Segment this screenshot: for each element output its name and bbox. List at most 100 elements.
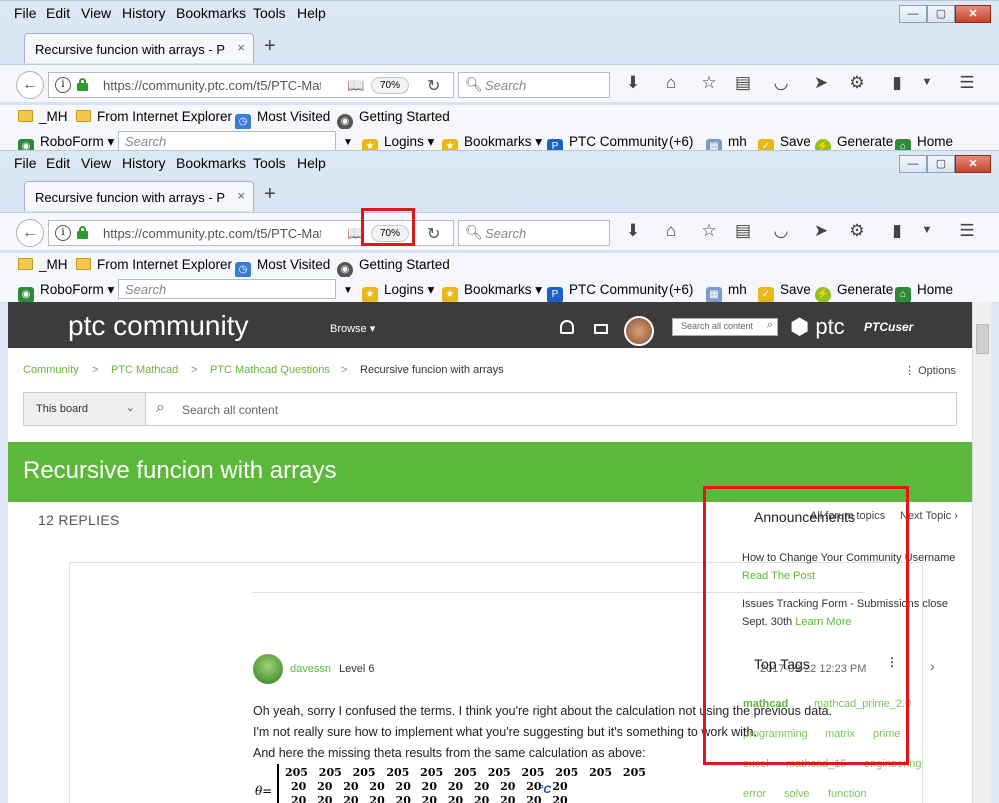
ptc-logo[interactable]: ⬢ ptc — [790, 314, 845, 340]
zoom-indicator[interactable]: 70% — [371, 77, 409, 94]
clipboard-icon[interactable]: ▤ — [732, 73, 754, 93]
options-menu[interactable]: ⋮ Options — [904, 364, 956, 377]
bookmark-mh[interactable]: _MH — [18, 109, 68, 124]
post-username[interactable]: davessn — [290, 663, 331, 675]
roboform-mh[interactable]: ▦ mh — [706, 282, 747, 303]
roboform-save[interactable]: ✓ Save — [758, 282, 811, 303]
menu-history[interactable]: History — [122, 155, 166, 171]
roboform-home[interactable]: ⌂ Home — [895, 282, 953, 303]
tab-current[interactable]: Recursive funcion with arrays - PTC × — [24, 181, 254, 211]
avatar[interactable] — [624, 316, 654, 346]
site-logo[interactable]: ptc community — [68, 310, 249, 342]
hamburger-menu-icon[interactable]: ☰ — [956, 73, 978, 93]
breadcrumb-ptc-mathcad[interactable]: PTC Mathcad — [111, 364, 178, 376]
menu-edit[interactable]: Edit — [46, 5, 70, 21]
tag-function[interactable]: function — [828, 788, 867, 800]
tab-current[interactable]: Recursive funcion with arrays - PTC × — [24, 33, 254, 63]
roboform-icon[interactable]: ▮ — [886, 221, 908, 241]
close-window-button[interactable]: ✕ — [955, 5, 991, 23]
download-icon[interactable]: ⬇ — [622, 221, 644, 241]
roboform-count[interactable]: (+6) — [669, 134, 693, 149]
pocket-icon[interactable]: ◡ — [770, 73, 792, 93]
search-input[interactable]: 🔍︎ Search — [458, 220, 610, 246]
tag-error[interactable]: error — [743, 788, 766, 800]
roboform-search-input[interactable]: Search — [118, 279, 336, 299]
bookmark-most-visited[interactable]: ◷ Most Visited — [235, 109, 330, 130]
send-icon[interactable]: ➤ — [810, 221, 832, 241]
ptcuser-logo[interactable]: PTCuser — [864, 320, 913, 334]
star-icon[interactable]: ☆ — [698, 73, 720, 93]
info-icon[interactable]: i — [55, 77, 71, 93]
breadcrumb-mathcad-questions[interactable]: PTC Mathcad Questions — [210, 364, 330, 376]
hamburger-menu-icon[interactable]: ☰ — [956, 221, 978, 241]
bookmark-mh[interactable]: _MH — [18, 257, 68, 272]
menu-edit[interactable]: Edit — [46, 155, 70, 171]
bookmark-from-ie[interactable]: From Internet Explorer — [76, 257, 232, 272]
roboform-bookmarks[interactable]: ★ Bookmarks ▾ — [442, 282, 542, 303]
bookmark-getting-started[interactable]: ◉ Getting Started — [337, 257, 450, 278]
tab-close-icon[interactable]: × — [237, 188, 245, 203]
roboform-search-input[interactable]: Search — [118, 131, 336, 151]
menu-bookmarks[interactable]: Bookmarks — [176, 155, 246, 171]
roboform-logins[interactable]: ★ Logins ▾ — [362, 282, 434, 303]
back-button[interactable]: ← — [16, 219, 44, 247]
menu-view[interactable]: View — [81, 155, 111, 171]
roboform-count[interactable]: (+6) — [669, 282, 693, 297]
dropdown-icon[interactable]: ▼ — [916, 224, 938, 236]
back-button[interactable]: ← — [16, 71, 44, 99]
home-icon[interactable]: ⌂ — [660, 73, 682, 93]
extension-icon[interactable]: ⚙ — [846, 73, 868, 93]
close-window-button[interactable]: ✕ — [955, 155, 991, 173]
roboform-generate[interactable]: ⚡ Generate — [815, 282, 893, 303]
minimize-button[interactable]: — — [899, 5, 927, 23]
browse-menu[interactable]: Browse ▾ — [330, 322, 375, 335]
bell-icon[interactable] — [560, 320, 574, 334]
page-scrollbar[interactable] — [972, 302, 991, 803]
menu-tools[interactable]: Tools — [253, 155, 286, 171]
maximize-button[interactable]: ▢ — [927, 155, 955, 173]
roboform-ptc-community[interactable]: P PTC Community — [547, 282, 668, 303]
chevron-right-icon[interactable]: › — [930, 658, 935, 674]
minimize-button[interactable]: — — [899, 155, 927, 173]
star-icon[interactable]: ☆ — [698, 221, 720, 241]
scope-select[interactable]: This board ⌄ — [24, 393, 146, 425]
tab-close-icon[interactable]: × — [237, 40, 245, 55]
reload-icon[interactable]: ↻ — [427, 224, 440, 244]
roboform-menu[interactable]: ◉ RoboForm ▾ — [18, 282, 114, 303]
bookmark-from-ie[interactable]: From Internet Explorer — [76, 109, 232, 124]
board-search-input[interactable]: Search all content — [182, 403, 278, 417]
home-icon[interactable]: ⌂ — [660, 221, 682, 241]
new-tab-button[interactable]: + — [264, 35, 276, 58]
address-bar[interactable]: i https://community.ptc.com/t5/PTC-Mathc… — [48, 72, 454, 98]
bookmark-getting-started[interactable]: ◉ Getting Started — [337, 109, 450, 130]
dropdown-icon[interactable]: ▼ — [916, 76, 938, 88]
pocket-icon[interactable]: ◡ — [770, 221, 792, 241]
mail-icon[interactable] — [594, 324, 608, 334]
user-avatar[interactable] — [253, 654, 283, 684]
send-icon[interactable]: ➤ — [810, 73, 832, 93]
extension-icon[interactable]: ⚙ — [846, 221, 868, 241]
menu-history[interactable]: History — [122, 5, 166, 21]
breadcrumb-community[interactable]: Community — [23, 364, 79, 376]
menu-tools[interactable]: Tools — [253, 5, 286, 21]
menu-view[interactable]: View — [81, 5, 111, 21]
menu-file[interactable]: File — [14, 5, 37, 21]
new-tab-button[interactable]: + — [264, 183, 276, 206]
info-icon[interactable]: i — [55, 225, 71, 241]
menu-help[interactable]: Help — [297, 155, 326, 171]
header-search-input[interactable]: Search all content ⌕ — [672, 318, 778, 336]
search-input[interactable]: 🔍︎ Search — [458, 72, 610, 98]
bookmark-most-visited[interactable]: ◷ Most Visited — [235, 257, 330, 278]
menu-bookmarks[interactable]: Bookmarks — [176, 5, 246, 21]
menu-help[interactable]: Help — [297, 5, 326, 21]
roboform-dropdown-icon[interactable]: ▼ — [343, 137, 353, 148]
clipboard-icon[interactable]: ▤ — [732, 221, 754, 241]
reload-icon[interactable]: ↻ — [427, 76, 440, 96]
roboform-dropdown-icon[interactable]: ▼ — [343, 285, 353, 296]
reader-view-icon[interactable]: 📖 — [347, 77, 364, 94]
scrollbar-thumb[interactable] — [976, 324, 989, 354]
maximize-button[interactable]: ▢ — [927, 5, 955, 23]
roboform-icon[interactable]: ▮ — [886, 73, 908, 93]
tag-solve[interactable]: solve — [784, 788, 810, 800]
download-icon[interactable]: ⬇ — [622, 73, 644, 93]
